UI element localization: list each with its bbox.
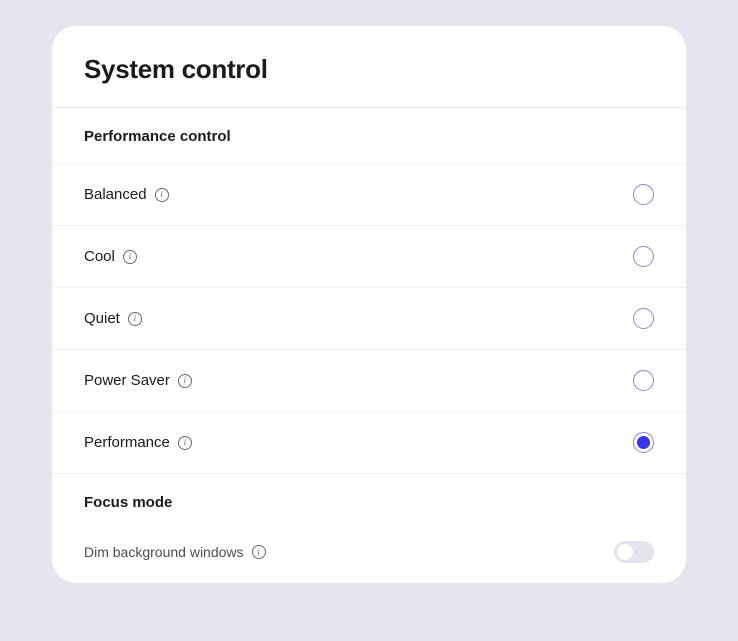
performance-section: Performance control Balanced i Cool i Qu… — [52, 108, 686, 473]
dim-background-label: Dim background windows — [84, 544, 244, 560]
info-icon[interactable]: i — [178, 436, 192, 450]
radio-balanced[interactable] — [633, 184, 654, 205]
radio-power-saver[interactable] — [633, 370, 654, 391]
info-icon[interactable]: i — [128, 312, 142, 326]
dim-background-toggle[interactable] — [614, 541, 654, 563]
performance-option-performance[interactable]: Performance i — [52, 411, 686, 473]
option-label-group: Power Saver i — [84, 372, 192, 389]
option-label: Balanced — [84, 186, 147, 203]
performance-option-balanced[interactable]: Balanced i — [52, 163, 686, 225]
radio-performance[interactable] — [633, 432, 654, 453]
focus-section-title: Focus mode — [84, 494, 654, 511]
option-label-group: Quiet i — [84, 310, 142, 327]
info-icon[interactable]: i — [155, 188, 169, 202]
option-label: Power Saver — [84, 372, 170, 389]
performance-section-title: Performance control — [84, 128, 654, 145]
option-label-group: Cool i — [84, 248, 137, 265]
option-label: Quiet — [84, 310, 120, 327]
focus-section: Focus mode Dim background windows i — [52, 473, 686, 583]
toggle-knob — [617, 544, 633, 560]
performance-option-quiet[interactable]: Quiet i — [52, 287, 686, 349]
performance-option-cool[interactable]: Cool i — [52, 225, 686, 287]
option-label: Cool — [84, 248, 115, 265]
system-control-panel: System control Performance control Balan… — [52, 26, 686, 583]
performance-option-power-saver[interactable]: Power Saver i — [52, 349, 686, 411]
option-label-group: Performance i — [84, 434, 192, 451]
focus-section-header: Focus mode — [52, 474, 686, 527]
dim-background-row: Dim background windows i — [52, 527, 686, 583]
option-label: Performance — [84, 434, 170, 451]
info-icon[interactable]: i — [178, 374, 192, 388]
panel-title: System control — [84, 54, 654, 85]
panel-header: System control — [52, 26, 686, 108]
info-icon[interactable]: i — [123, 250, 137, 264]
radio-quiet[interactable] — [633, 308, 654, 329]
radio-cool[interactable] — [633, 246, 654, 267]
option-label-group: Balanced i — [84, 186, 169, 203]
info-icon[interactable]: i — [252, 545, 266, 559]
performance-section-header: Performance control — [52, 108, 686, 163]
option-label-group: Dim background windows i — [84, 544, 266, 560]
